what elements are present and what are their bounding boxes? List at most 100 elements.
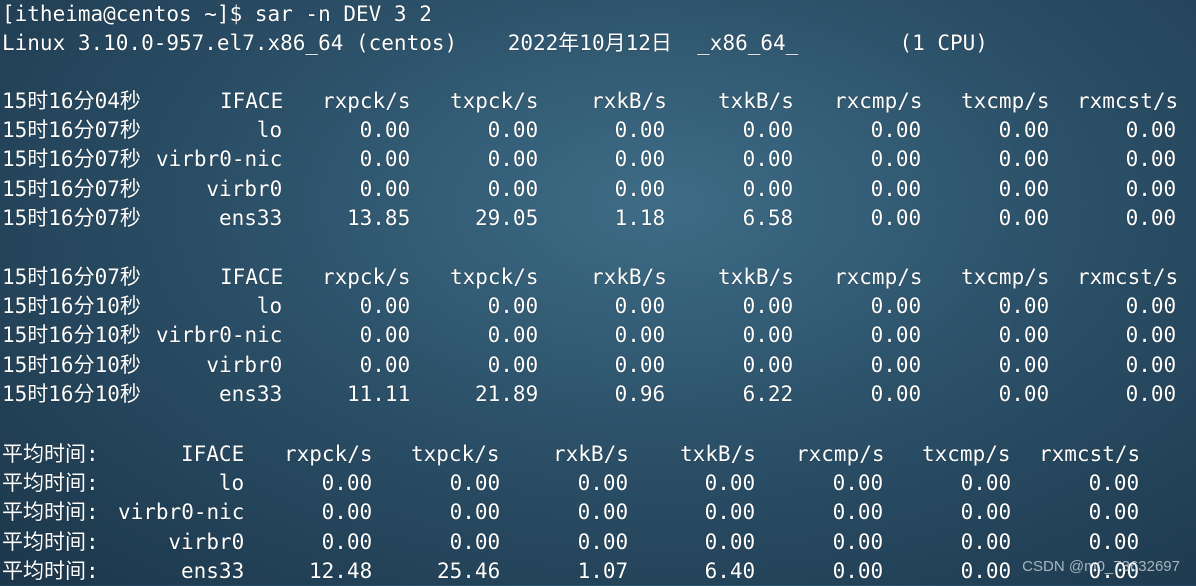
value-cell: 0.00: [359, 323, 411, 348]
value-cell: 0.00: [487, 118, 539, 142]
terminal-output[interactable]: [itheima@centos ~]$ sar -n DEV 3 2 Linux…: [0, 0, 1196, 585]
value-cell: 0.00: [359, 176, 411, 201]
csdn-watermark: CSDN @m0_73632697: [1022, 558, 1180, 575]
value-cell: 11.11: [347, 382, 411, 407]
header-rxkb: rxkB/s: [553, 442, 629, 466]
header-rxcmp: rxcmp/s: [796, 442, 885, 466]
value-cell: 0.00: [1125, 176, 1177, 201]
average-label: 平均时间:: [2, 471, 99, 495]
iface-cell: ens33: [219, 206, 283, 231]
header-rxmcst: rxmcst/s: [1077, 89, 1179, 113]
value-cell: 0.00: [870, 147, 922, 172]
header-iface: IFACE: [220, 265, 284, 289]
value-cell: 0.00: [359, 294, 411, 318]
header-iface: IFACE: [181, 442, 245, 466]
value-cell: 25.46: [437, 559, 501, 584]
header-rxmcst: rxmcst/s: [1039, 442, 1141, 466]
header-rxpck: rxpck/s: [284, 442, 373, 466]
value-cell: 0.00: [704, 500, 756, 525]
value-cell: 0.00: [1125, 206, 1177, 231]
row-timestamp: 15时16分07秒: [2, 176, 141, 201]
value-cell: 1.07: [577, 559, 629, 584]
header-txcmp: txcmp/s: [961, 89, 1050, 113]
value-cell: 0.00: [577, 529, 629, 554]
value-cell: 0.00: [870, 352, 922, 377]
value-cell: 0.00: [870, 176, 922, 201]
value-cell: 0.00: [359, 147, 411, 172]
header-txkb: txkB/s: [680, 442, 756, 466]
table-row: 15时16分10秒 virbr0 0.00 0.00 0.00 0.00 0.00 0.00 0…: [0, 351, 1196, 380]
value-cell: 0.96: [614, 382, 666, 407]
value-cell: 0.00: [1125, 147, 1177, 172]
header-txkb: txkB/s: [718, 89, 794, 113]
value-cell: 0.00: [870, 206, 922, 231]
iface-cell: lo: [218, 471, 245, 495]
value-cell: 0.00: [614, 352, 666, 377]
iface-cell: ens33: [219, 382, 283, 407]
value-cell: 0.00: [742, 147, 794, 172]
value-cell: 0.00: [998, 176, 1050, 201]
table-row: 15时16分10秒 lo 0.00 0.00 0.00 0.00 0.00 0.00 0.00: [0, 292, 1196, 321]
value-cell: 21.89: [475, 382, 539, 407]
value-cell: 0.00: [998, 147, 1050, 172]
header-timestamp: 15时16分07秒: [2, 265, 141, 289]
value-cell: 0.00: [742, 323, 794, 348]
average-label: 平均时间:: [2, 559, 99, 584]
value-cell: 6.40: [704, 559, 756, 584]
value-cell: 0.00: [960, 500, 1012, 525]
value-cell: 0.00: [998, 206, 1050, 231]
value-cell: 0.00: [449, 500, 501, 525]
table-row: 平均时间: lo 0.00 0.00 0.00 0.00 0.00 0.00 0.00: [0, 469, 1196, 498]
table-row: 平均时间: virbr0 0.00 0.00 0.00 0.00 0.00 0.00 0.00: [0, 528, 1196, 557]
table-row: 平均时间: ens33 12.48 25.46 1.07 6.40 0.00 0.00 0.00: [0, 557, 1196, 586]
value-cell: 0.00: [742, 294, 794, 318]
command-prompt-line: [itheima@centos ~]$ sar -n DEV 3 2: [2, 2, 432, 26]
iface-cell: lo: [256, 294, 283, 318]
value-cell: 0.00: [449, 471, 501, 495]
value-cell: 0.00: [449, 529, 501, 554]
value-cell: 29.05: [475, 206, 539, 231]
value-cell: 0.00: [742, 352, 794, 377]
value-cell: 0.00: [742, 176, 794, 201]
row-timestamp: 15时16分10秒: [2, 352, 141, 377]
header-txcmp: txcmp/s: [922, 442, 1011, 466]
value-cell: 0.00: [704, 471, 756, 495]
iface-cell: virbr0: [206, 352, 283, 377]
header-rxmcst: rxmcst/s: [1077, 265, 1179, 289]
row-timestamp: 15时16分07秒: [2, 118, 141, 142]
value-cell: 0.00: [487, 323, 539, 348]
value-cell: 0.00: [1125, 382, 1177, 407]
iface-cell: virbr0: [206, 176, 283, 201]
table-row: 15时16分07秒 virbr0-nic 0.00 0.00 0.00 0.00 0.00 0…: [0, 145, 1196, 174]
value-cell: 0.00: [960, 529, 1012, 554]
iface-cell: virbr0-nic: [156, 147, 283, 172]
value-cell: 6.22: [742, 382, 794, 407]
value-cell: 0.00: [998, 382, 1050, 407]
value-cell: 0.00: [614, 118, 666, 142]
iface-cell: lo: [256, 118, 283, 142]
value-cell: 0.00: [960, 559, 1012, 584]
iface-cell: virbr0-nic: [156, 323, 283, 348]
value-cell: 0.00: [614, 147, 666, 172]
header-txpck: txpck/s: [450, 265, 539, 289]
value-cell: 0.00: [1125, 352, 1177, 377]
row-timestamp: 15时16分07秒: [2, 147, 141, 172]
value-cell: 0.00: [998, 118, 1050, 142]
table-row: 15时16分10秒 virbr0-nic 0.00 0.00 0.00 0.00 0.00 0…: [0, 321, 1196, 350]
value-cell: 0.00: [487, 176, 539, 201]
row-timestamp: 15时16分10秒: [2, 323, 141, 348]
header-txkb: txkB/s: [718, 265, 794, 289]
table-row: 15时16分07秒 virbr0 0.00 0.00 0.00 0.00 0.00 0.00 0…: [0, 175, 1196, 204]
value-cell: 6.58: [742, 206, 794, 231]
average-label: 平均时间:: [2, 529, 99, 554]
value-cell: 0.00: [359, 118, 411, 142]
value-cell: 0.00: [1125, 118, 1177, 142]
value-cell: 0.00: [359, 352, 411, 377]
header-rxcmp: rxcmp/s: [834, 265, 923, 289]
header-txpck: txpck/s: [450, 89, 539, 113]
value-cell: 0.00: [998, 352, 1050, 377]
row-timestamp: 15时16分07秒: [2, 206, 141, 231]
table-row: 15时16分10秒 ens33 11.11 21.89 0.96 6.22 0.00 0.00…: [0, 380, 1196, 409]
value-cell: 0.00: [614, 176, 666, 201]
row-timestamp: 15时16分10秒: [2, 382, 141, 407]
